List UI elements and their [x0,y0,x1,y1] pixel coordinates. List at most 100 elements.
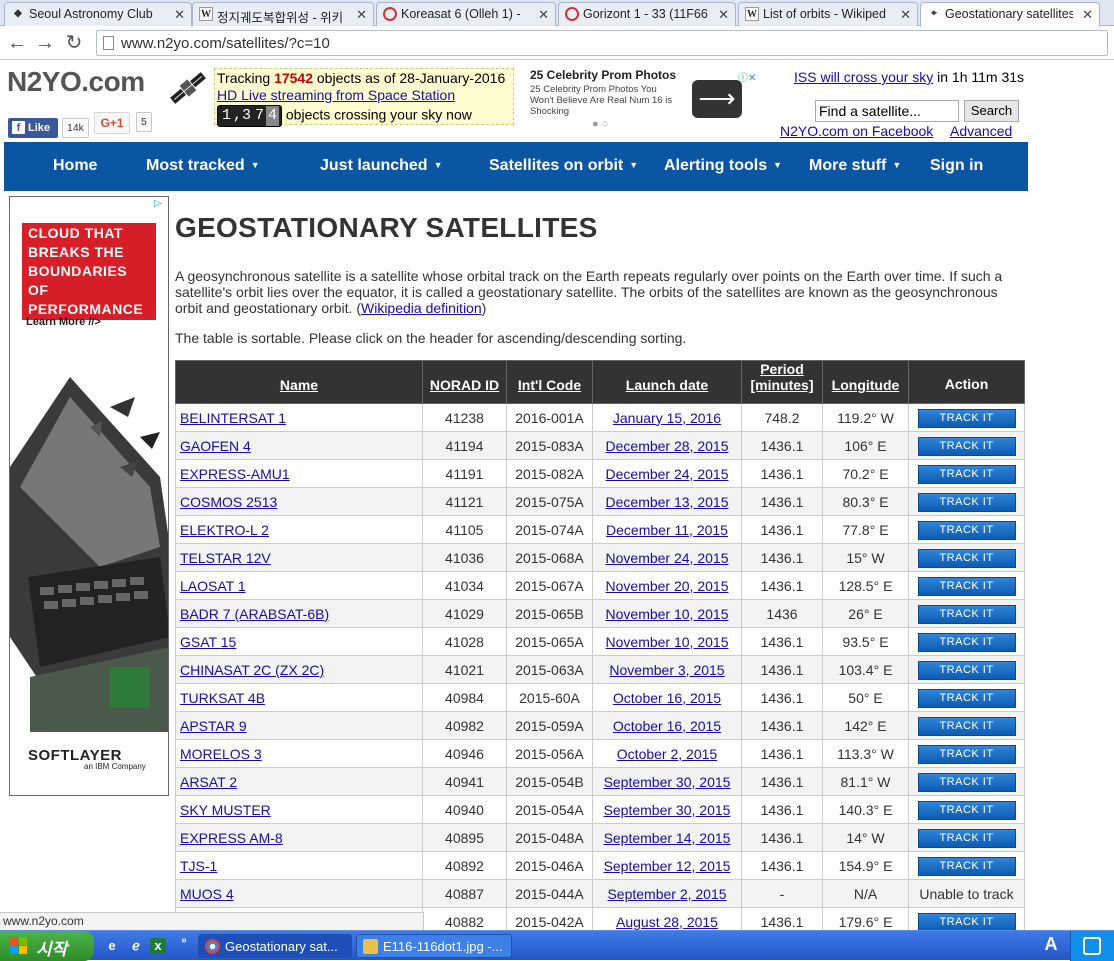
launch-date-link[interactable]: January 15, 2016 [613,410,721,426]
track-it-button[interactable]: TRACK IT [917,716,1016,736]
tab-gorizont[interactable]: Gorizont 1 - 33 (11F66 ✕ [558,2,736,26]
satellite-name-link[interactable]: EXPRESS-AMU1 [180,466,290,482]
track-it-button[interactable]: TRACK IT [917,576,1016,596]
satellite-name-link[interactable]: ARSAT 2 [180,774,237,790]
advanced-search-link[interactable]: Advanced [950,123,1012,139]
track-it-button[interactable]: TRACK IT [917,436,1016,456]
header-ad[interactable]: ⓘ✕ 25 Celebrity Prom Photos 25 Celebrity… [530,68,766,130]
nav-most-tracked[interactable]: Most tracked ▼ [146,157,260,175]
ie-icon[interactable]: e [104,938,120,954]
sort-longitude-link[interactable]: Longitude [832,377,900,393]
satellite-name-link[interactable]: COSMOS 2513 [180,494,277,510]
learn-more-link[interactable]: Learn More //> [26,316,101,328]
satellite-name-link[interactable]: TURKSAT 4B [180,690,265,706]
carousel-dots[interactable]: ● ○ [592,118,608,130]
facebook-like-button[interactable]: f Like [8,118,58,138]
google-plus-button[interactable]: G+1 [94,112,130,134]
satellite-name-link[interactable]: BELINTERSAT 1 [180,410,286,426]
launch-date-link[interactable]: December 13, 2015 [606,494,729,510]
launch-date-link[interactable]: September 14, 2015 [604,830,731,846]
track-it-button[interactable]: TRACK IT [917,856,1016,876]
wikipedia-definition-link[interactable]: Wikipedia definition [361,300,482,316]
launch-date-link[interactable]: November 10, 2015 [606,606,729,622]
satellite-name-link[interactable]: BADR 7 (ARABSAT-6B) [180,606,329,622]
launch-date-link[interactable]: November 20, 2015 [606,578,729,594]
satellite-name-link[interactable]: LAOSAT 1 [180,578,246,594]
satellite-name-link[interactable]: ELEKTRO-L 2 [180,522,269,538]
nav-more-stuff[interactable]: More stuff ▼ [809,157,901,175]
col-name-header[interactable]: Name [175,360,423,404]
track-it-button[interactable]: TRACK IT [917,464,1016,484]
launch-date-link[interactable]: October 2, 2015 [617,746,717,762]
launch-date-link[interactable]: September 12, 2015 [604,858,731,874]
tab-seoul-astronomy[interactable]: ◆ Seoul Astronomy Club ✕ [4,2,192,26]
close-icon[interactable]: ✕ [1082,7,1093,23]
track-it-button[interactable]: TRACK IT [917,492,1016,512]
track-it-button[interactable]: TRACK IT [917,660,1016,680]
close-icon[interactable]: ✕ [718,7,729,23]
launch-date-link[interactable]: November 10, 2015 [606,634,729,650]
task-image-viewer[interactable]: E116-116dot1.jpg -... [356,934,512,958]
reload-icon[interactable]: ↻ [63,32,85,54]
tab-geostationary[interactable]: ⌖ Geostationary satellites ✕ [920,2,1100,27]
tab-list-of-orbits[interactable]: W List of orbits - Wikiped ✕ [738,2,918,26]
launch-date-link[interactable]: September 2, 2015 [607,886,726,902]
launch-date-link[interactable]: December 11, 2015 [606,522,728,538]
nav-just-launched[interactable]: Just launched ▼ [320,157,443,175]
track-it-button[interactable]: TRACK IT [917,548,1016,568]
url-text[interactable]: www.n2yo.com/satellites/?c=10 [121,35,330,52]
tab-wiki-korean[interactable]: W 정지궤도복합위성 - 위키 ✕ [192,2,374,26]
sort-period-link[interactable]: Period [minutes] [751,361,814,393]
close-icon[interactable]: ✕ [900,7,911,23]
start-button[interactable]: 시작 [0,931,94,961]
col-launch-header[interactable]: Launch date [592,360,742,404]
sort-intl-link[interactable]: Int'l Code [518,377,581,393]
launch-date-link[interactable]: September 30, 2015 [604,774,731,790]
ad-choices-icon[interactable]: ▷ [154,198,162,209]
hd-live-link[interactable]: HD Live streaming from Space Station [217,87,455,103]
nav-alerting-tools[interactable]: Alerting tools ▼ [664,157,782,175]
address-bar[interactable]: www.n2yo.com/satellites/?c=10 [96,30,1108,56]
track-it-button[interactable]: TRACK IT [917,604,1016,624]
nav-satellites-on-orbit[interactable]: Satellites on orbit ▼ [489,157,638,175]
arrow-right-icon[interactable]: ⟶ [692,80,742,118]
launch-date-link[interactable]: October 16, 2015 [613,718,721,734]
forward-arrow-icon[interactable]: → [34,32,56,54]
launch-date-link[interactable]: December 28, 2015 [606,438,729,454]
satellite-name-link[interactable]: TELSTAR 12V [180,550,271,566]
close-icon[interactable]: ✕ [538,7,549,23]
ime-indicator[interactable]: A [1040,934,1062,958]
track-it-button[interactable]: TRACK IT [917,408,1016,428]
track-it-button[interactable]: TRACK IT [917,744,1016,764]
close-icon[interactable]: ✕ [174,7,185,23]
col-longitude-header[interactable]: Longitude [822,360,909,404]
launch-date-link[interactable]: September 30, 2015 [604,802,731,818]
satellite-name-link[interactable]: GAOFEN 4 [180,438,251,454]
left-banner-ad[interactable]: ▷ CLOUD THAT BREAKS THE BOUNDARIES OF PE… [9,196,169,796]
track-it-button[interactable]: TRACK IT [917,828,1016,848]
facebook-link[interactable]: N2YO.com on Facebook [780,123,933,139]
track-it-button[interactable]: TRACK IT [917,772,1016,792]
refresh-e-icon[interactable]: ℯ [128,938,144,954]
sort-norad-link[interactable]: NORAD ID [430,377,499,393]
excel-icon[interactable]: x [150,938,166,954]
system-tray[interactable] [1070,931,1114,961]
track-it-button[interactable]: TRACK IT [917,520,1016,540]
satellite-name-link[interactable]: APSTAR 9 [180,718,247,734]
tray-icon[interactable] [1083,937,1101,955]
nav-home[interactable]: Home [53,157,97,175]
satellite-search-input[interactable] [815,100,959,122]
col-period-header[interactable]: Period [minutes] [741,360,823,404]
satellite-name-link[interactable]: MORELOS 3 [180,746,262,762]
launch-date-link[interactable]: November 3, 2015 [609,662,724,678]
satellite-name-link[interactable]: MUOS 4 [180,886,234,902]
track-it-button[interactable]: TRACK IT [917,688,1016,708]
expand-quicklaunch-icon[interactable]: » [176,933,192,949]
track-it-button[interactable]: TRACK IT [917,912,1016,932]
satellite-name-link[interactable]: TJS-1 [180,858,217,874]
track-it-button[interactable]: TRACK IT [917,800,1016,820]
launch-date-link[interactable]: October 16, 2015 [613,690,721,706]
iss-link[interactable]: ISS will cross your sky [794,69,933,85]
tab-koreasat[interactable]: Koreasat 6 (Olleh 1) - ✕ [376,2,556,26]
col-norad-header[interactable]: NORAD ID [422,360,507,404]
